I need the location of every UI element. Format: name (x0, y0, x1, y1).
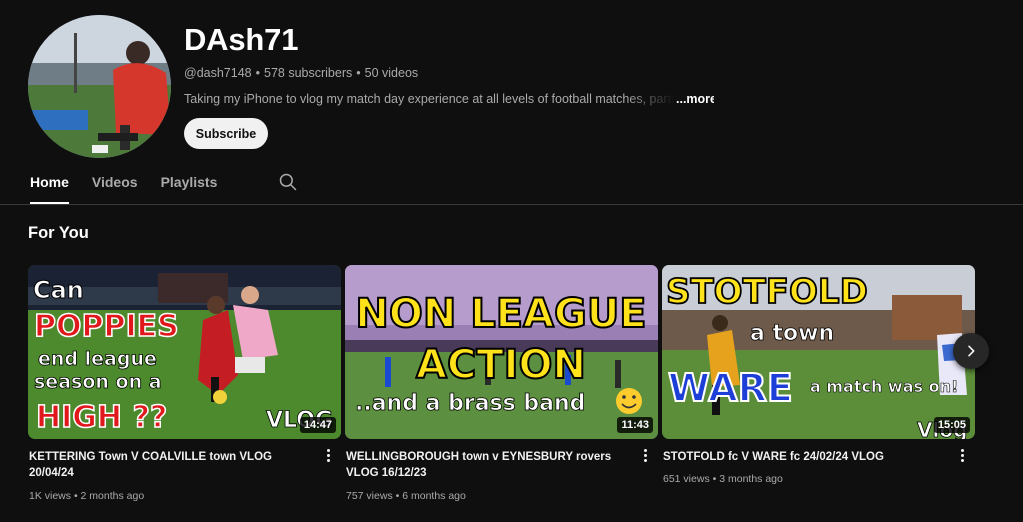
upload-age: 6 months ago (402, 490, 466, 502)
tab-playlists[interactable]: Playlists (161, 160, 218, 204)
thumb-text-non-league: NON LEAGUE (355, 291, 646, 337)
thumb-text-action: ACTION (416, 342, 586, 388)
more-link[interactable]: ...more (676, 92, 714, 106)
search-icon[interactable] (278, 172, 298, 192)
thumb-text-match-on: a match was on! (810, 377, 958, 396)
more-vert-icon[interactable] (325, 447, 331, 465)
subscribe-button[interactable]: Subscribe (184, 118, 268, 149)
upload-age: 3 months ago (719, 473, 783, 485)
thumb-text-poppies: POPPIES (34, 309, 179, 344)
thumbnail-image: NON LEAGUE ACTION ..and a brass band (345, 265, 658, 439)
video-thumbnail[interactable]: STOTFOLD a town WARE a match was on! Vlo… (662, 265, 975, 439)
carousel-next-button[interactable] (953, 333, 989, 369)
video-duration: 15:05 (933, 417, 970, 433)
video-duration: 14:47 (299, 417, 336, 433)
video-meta: 757 views • 6 months ago (346, 490, 466, 502)
channel-handle: @dash7148 (184, 66, 252, 80)
chevron-right-icon (968, 345, 975, 357)
thumb-text-a-town: a town (750, 321, 834, 346)
video-title[interactable]: KETTERING Town V COALVILLE town VLOG 20/… (29, 449, 314, 481)
avatar-image (28, 15, 171, 158)
meta-separator: • (395, 490, 400, 502)
video-count: 50 videos (364, 66, 419, 80)
description-text: Taking my iPhone to vlog my match day ex… (184, 92, 674, 106)
more-vert-icon[interactable] (642, 447, 648, 465)
channel-tabs: Home Videos Playlists (30, 160, 298, 204)
channel-description[interactable]: Taking my iPhone to vlog my match day ex… (184, 92, 714, 106)
view-count: 651 views (663, 473, 710, 485)
meta-separator: • (255, 66, 260, 80)
thumb-text-end-league: end league (38, 348, 157, 370)
thumb-text-high: HIGH ?? (36, 400, 167, 435)
video-duration: 11:43 (617, 417, 653, 433)
thumb-text-stotfold: STOTFOLD (666, 272, 868, 312)
meta-separator: • (356, 66, 361, 80)
video-title[interactable]: STOTFOLD fc V WARE fc 24/02/24 VLOG (663, 449, 948, 465)
view-count: 1K views (29, 490, 72, 502)
tab-home[interactable]: Home (30, 160, 69, 204)
video-card[interactable]: NON LEAGUE ACTION ..and a brass band 11:… (345, 265, 658, 502)
thumb-text-season: season on a (34, 371, 162, 393)
more-vert-icon[interactable] (959, 447, 965, 465)
video-card[interactable]: STOTFOLD a town WARE a match was on! Vlo… (662, 265, 975, 485)
channel-name: DAsh71 (184, 22, 299, 57)
section-title: For You (28, 224, 89, 242)
tabs-divider (0, 204, 1023, 205)
smiley-emoji-icon (616, 388, 642, 414)
thumb-text-can: Can (33, 276, 84, 304)
video-card[interactable]: Can POPPIES end league season on a HIGH … (28, 265, 341, 502)
video-thumbnail[interactable]: Can POPPIES end league season on a HIGH … (28, 265, 341, 439)
channel-avatar[interactable] (28, 15, 171, 158)
subscriber-count: 578 subscribers (264, 66, 353, 80)
video-thumbnail[interactable]: NON LEAGUE ACTION ..and a brass band 11:… (345, 265, 658, 439)
channel-meta: @dash7148 • 578 subscribers • 50 videos (184, 66, 418, 80)
video-title[interactable]: WELLINGBOROUGH town v EYNESBURY rovers V… (346, 449, 631, 481)
thumb-text-brass-band: ..and a brass band (355, 391, 585, 416)
video-meta: 1K views • 2 months ago (29, 490, 144, 502)
thumbnail-image: Can POPPIES end league season on a HIGH … (28, 265, 341, 439)
meta-separator: • (73, 490, 78, 502)
view-count: 757 views (346, 490, 393, 502)
meta-separator: • (712, 473, 717, 485)
thumb-text-ware: WARE (668, 366, 793, 410)
thumbnail-image: STOTFOLD a town WARE a match was on! Vlo… (662, 265, 975, 439)
upload-age: 2 months ago (80, 490, 145, 502)
tab-videos[interactable]: Videos (92, 160, 138, 204)
video-meta: 651 views • 3 months ago (663, 473, 783, 485)
